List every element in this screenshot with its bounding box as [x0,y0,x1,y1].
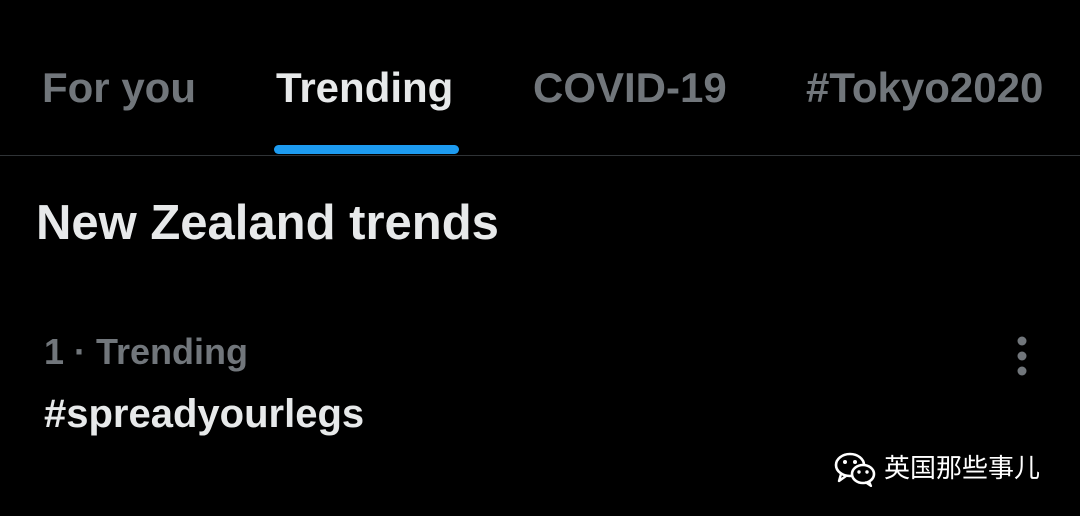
tab-for-you[interactable]: For you [42,58,196,156]
watermark-text: 英国那些事儿 [884,454,1041,484]
trend-name: #spreadyourlegs [44,392,365,436]
more-vertical-icon [1017,336,1027,376]
tab-bar: For you Trending COVID-19 #Tokyo2020 [0,0,1080,156]
watermark: 英国那些事儿 [834,446,1040,492]
trend-item[interactable]: 1 · Trending #spreadyourlegs [0,318,1080,448]
section-title: New Zealand trends [36,196,499,250]
tab-tokyo2020[interactable]: #Tokyo2020 [806,58,1043,156]
more-options-button[interactable] [1004,334,1040,378]
tab-covid-19[interactable]: COVID-19 [533,58,727,156]
active-tab-indicator [274,145,459,154]
tab-trending[interactable]: Trending [276,58,453,156]
wechat-icon [834,452,876,487]
trend-meta: 1 · Trending [44,331,249,372]
